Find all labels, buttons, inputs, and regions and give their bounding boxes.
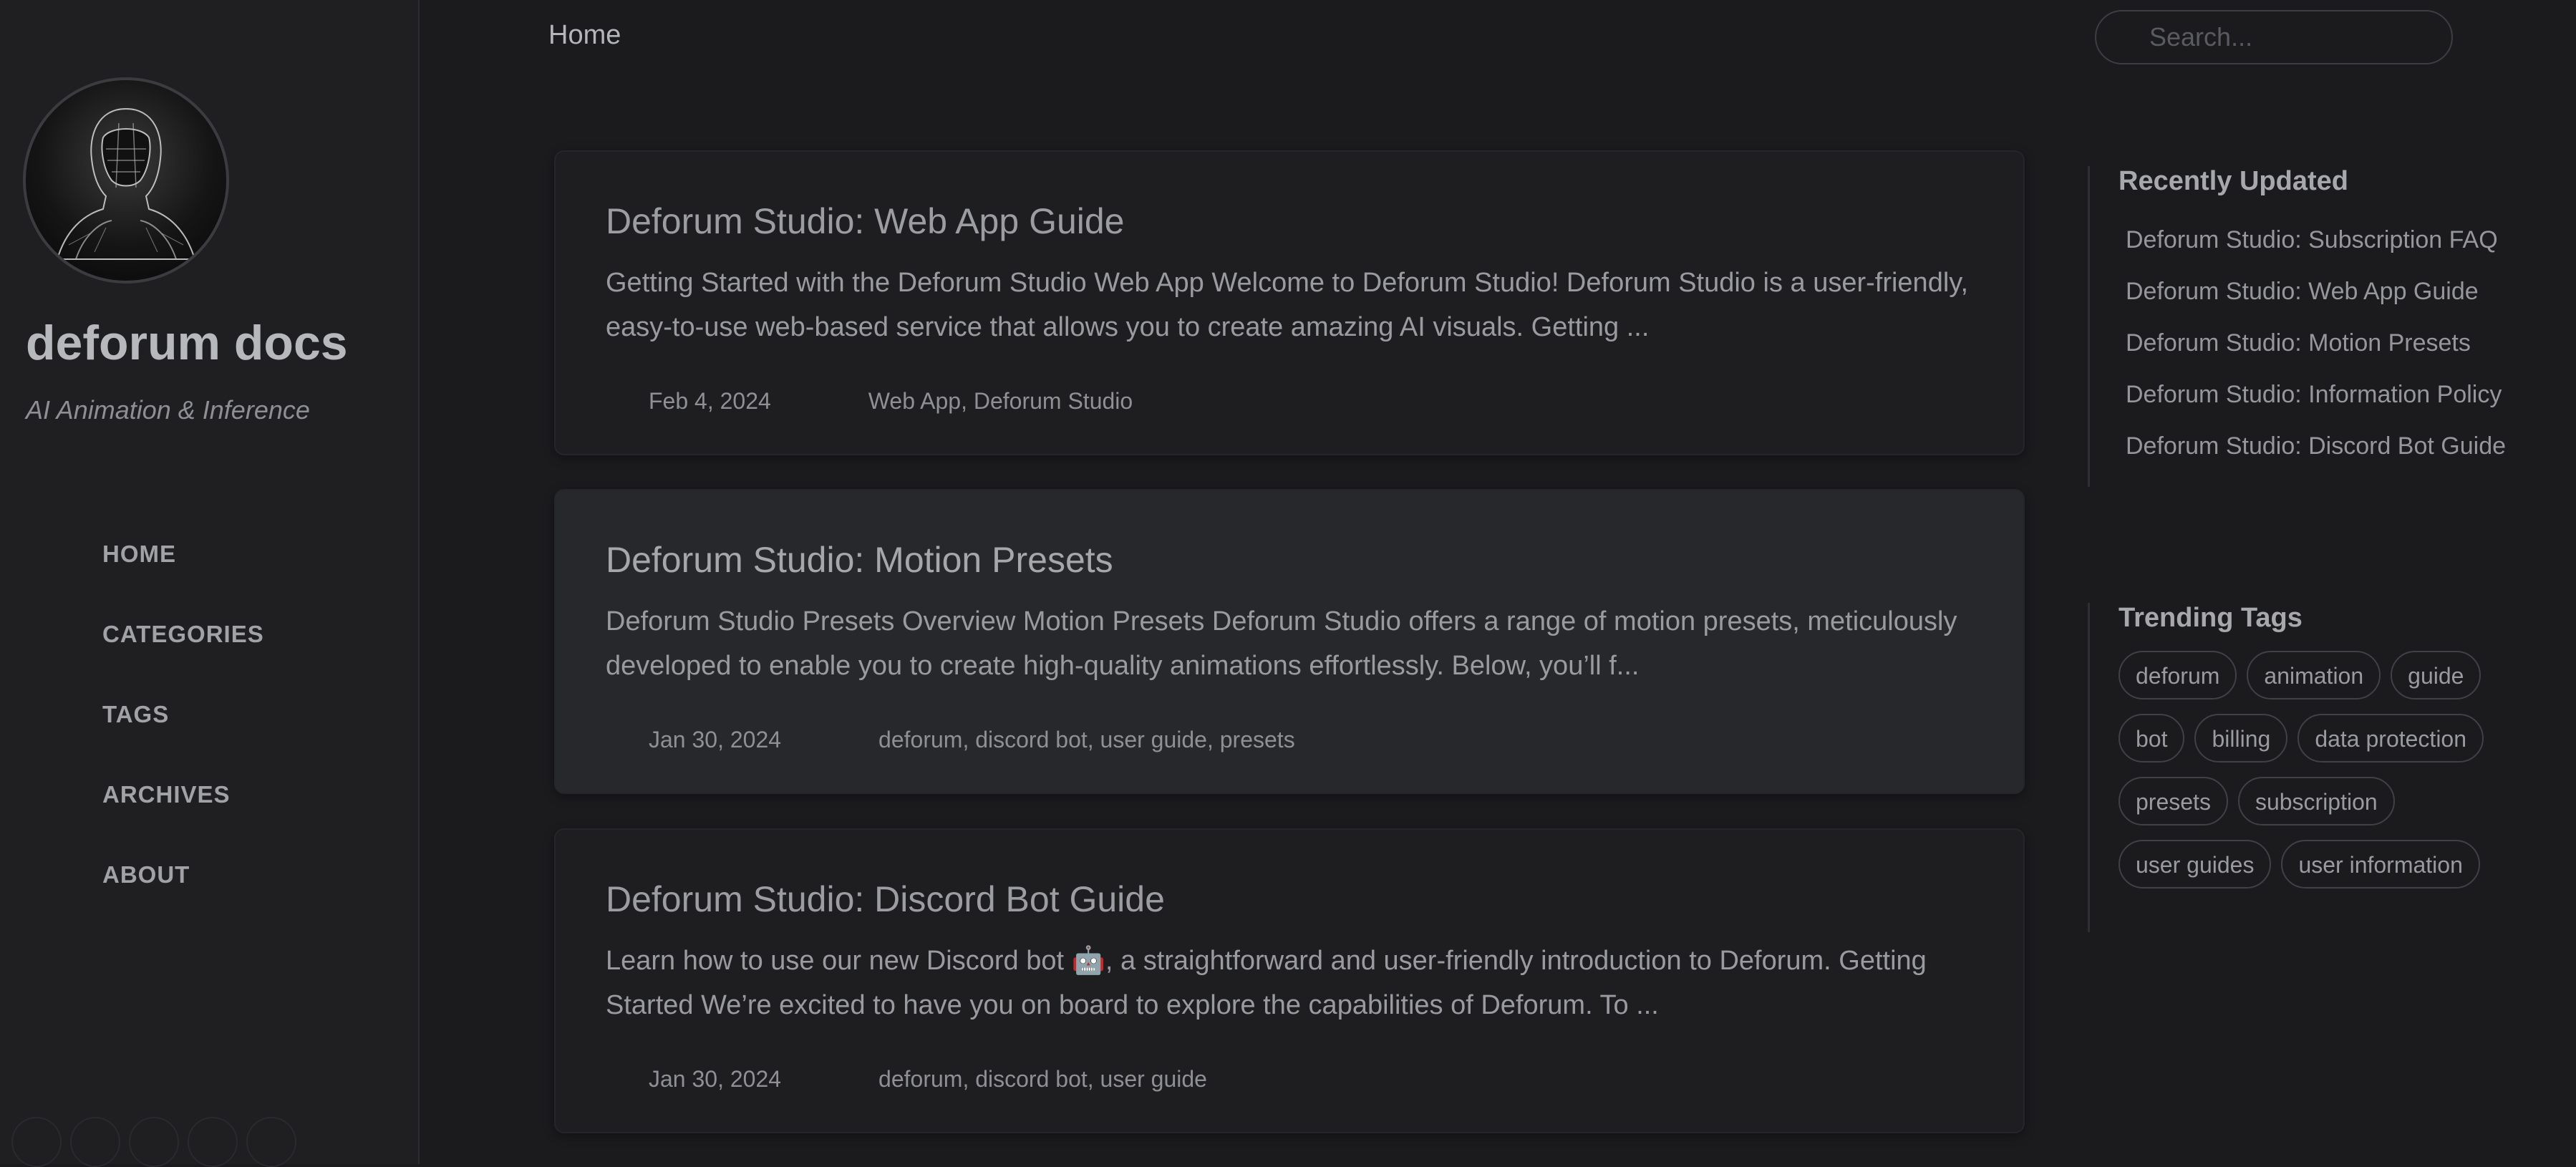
search-input[interactable]	[2109, 21, 2484, 53]
sidebar-item-label: ABOUT	[102, 861, 190, 888]
hooded-figure-icon	[56, 107, 196, 260]
trending-tags-panel: Trending Tags deforum animation guide bo…	[2088, 603, 2519, 932]
theme-toggle-icon[interactable]	[246, 1117, 296, 1167]
site-subtitle: AI Animation & Inference	[26, 395, 310, 425]
sidebar-footer-icons	[11, 1117, 296, 1167]
post-excerpt: Deforum Studio Presets Overview Motion P…	[606, 606, 1957, 681]
recent-post-link[interactable]: Deforum Studio: Subscription FAQ	[2119, 214, 2506, 266]
sidebar: deforum docs AI Animation & Inference HO…	[0, 0, 420, 1167]
sidebar-item-archives[interactable]: ARCHIVES	[0, 755, 418, 835]
main-content: Home Deforum Studio: Web App Guide Getti…	[420, 0, 2576, 1164]
recent-post-link[interactable]: Deforum Studio: Information Policy	[2119, 369, 2506, 420]
site-title[interactable]: deforum docs	[26, 315, 348, 371]
post-tags: Web App, Deforum Studio	[868, 388, 1133, 414]
tag-list: deforum animation guide bot billing data…	[2119, 651, 2519, 888]
breadcrumb: Home	[548, 20, 621, 50]
tag-chip[interactable]: deforum	[2119, 651, 2237, 699]
trending-tags-heading: Trending Tags	[2119, 603, 2303, 633]
sidebar-item-label: HOME	[102, 541, 176, 567]
post-meta: Jan 30, 2024 deforum, discord bot, user …	[606, 1066, 1207, 1093]
post-meta: Jan 30, 2024 deforum, discord bot, user …	[606, 727, 1295, 753]
post-tags: deforum, discord bot, user guide	[878, 1066, 1207, 1092]
sidebar-item-tags[interactable]: TAGS	[0, 674, 418, 755]
sidebar-item-label: TAGS	[102, 701, 170, 727]
tag-chip[interactable]: user guides	[2119, 840, 2272, 888]
post-card[interactable]: Deforum Studio: Web App Guide Getting St…	[554, 150, 2025, 455]
tag-chip[interactable]: user information	[2281, 840, 2480, 888]
tag-chip[interactable]: data protection	[2297, 714, 2484, 762]
tag-chip[interactable]: subscription	[2237, 777, 2395, 825]
post-title[interactable]: Deforum Studio: Motion Presets	[606, 539, 1113, 581]
sidebar-item-label: CATEGORIES	[102, 621, 264, 647]
recent-post-link[interactable]: Deforum Studio: Web App Guide	[2119, 266, 2506, 317]
post-tags: deforum, discord bot, user guide, preset…	[878, 727, 1295, 752]
post-title[interactable]: Deforum Studio: Discord Bot Guide	[606, 878, 1165, 920]
post-excerpt: Getting Started with the Deforum Studio …	[606, 268, 1969, 342]
rss-icon[interactable]	[188, 1117, 238, 1167]
sidebar-item-home[interactable]: HOME	[0, 514, 418, 594]
post-title[interactable]: Deforum Studio: Web App Guide	[606, 200, 1125, 242]
post-date: Jan 30, 2024	[649, 727, 782, 752]
sidebar-item-about[interactable]: ABOUT	[0, 835, 418, 915]
recent-post-link[interactable]: Deforum Studio: Motion Presets	[2119, 317, 2506, 369]
post-card[interactable]: Deforum Studio: Motion Presets Deforum S…	[554, 489, 2025, 794]
post-excerpt: Learn how to use our new Discord bot 🤖, …	[606, 946, 1927, 1020]
post-date: Jan 30, 2024	[649, 1066, 782, 1092]
tag-chip[interactable]: animation	[2247, 651, 2381, 699]
recently-updated-heading: Recently Updated	[2119, 166, 2348, 196]
tag-chip[interactable]: billing	[2194, 714, 2288, 762]
avatar[interactable]	[23, 77, 229, 284]
tag-chip[interactable]: presets	[2119, 777, 2228, 825]
post-card[interactable]: Deforum Studio: Discord Bot Guide Learn …	[554, 828, 2025, 1133]
twitter-icon[interactable]	[70, 1117, 120, 1167]
recent-post-link[interactable]: Deforum Studio: Discord Bot Guide	[2119, 420, 2506, 472]
sidebar-item-categories[interactable]: CATEGORIES	[0, 594, 418, 674]
search-box[interactable]	[2095, 10, 2484, 64]
post-meta: Feb 4, 2024 Web App, Deforum Studio	[606, 388, 1133, 415]
post-date: Feb 4, 2024	[649, 388, 771, 414]
recently-updated-panel: Recently Updated Deforum Studio: Subscri…	[2088, 166, 2506, 487]
email-icon[interactable]	[129, 1117, 179, 1167]
github-icon[interactable]	[11, 1117, 62, 1167]
sidebar-item-label: ARCHIVES	[102, 781, 231, 808]
tag-chip[interactable]: bot	[2119, 714, 2185, 762]
tag-chip[interactable]: guide	[2391, 651, 2481, 699]
sidebar-nav: HOME CATEGORIES TAGS ARCHIVES ABOUT	[0, 514, 418, 915]
